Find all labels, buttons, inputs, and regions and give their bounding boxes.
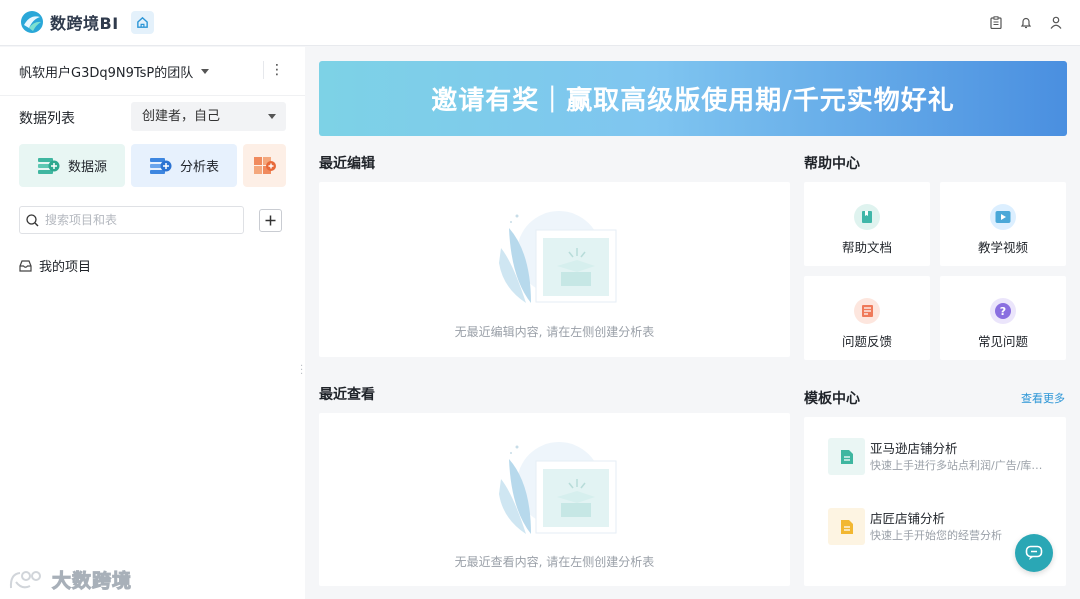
recent-view-title: 最近查看 <box>319 387 375 403</box>
datasource-add-icon <box>38 157 60 174</box>
view-more-link[interactable]: 查看更多 <box>1021 390 1065 406</box>
top-actions <box>990 14 1062 30</box>
sidebar: 帆软用户G3Dq9N9TsP的团队 ⋮ 数据列表 创建者，自己 数据源 分析表 <box>0 47 305 599</box>
recent-edit-title: 最近编辑 <box>319 156 375 172</box>
plus-square-icon <box>265 215 276 226</box>
question-icon: ? <box>990 298 1016 324</box>
add-analysis-button[interactable]: 分析表 <box>131 144 237 187</box>
team-name: 帆软用户G3Dq9N9TsP的团队 <box>19 66 194 81</box>
add-dashboard-button[interactable] <box>243 144 286 187</box>
my-projects-item[interactable]: 我的项目 <box>19 256 91 275</box>
banner-text: 邀请有奖｜赢取高级版使用期/千元实物好礼 <box>431 86 955 116</box>
template-center-title: 模板中心 <box>804 391 860 407</box>
resize-handle[interactable]: · · · <box>300 362 303 380</box>
home-icon <box>137 16 148 28</box>
template-file-icon <box>828 508 865 545</box>
faq-label: 常见问题 <box>977 334 1028 349</box>
divider <box>0 95 305 96</box>
watermark-text: 大数跨境 <box>51 570 133 593</box>
template-title: 亚马逊店铺分析 <box>870 441 958 456</box>
top-bar: 数跨境BI <box>0 0 1080 46</box>
tutorial-video-card[interactable]: 教学视频 <box>940 182 1066 266</box>
my-projects-label: 我的项目 <box>39 260 92 275</box>
team-selector[interactable]: 帆软用户G3Dq9N9TsP的团队 <box>19 62 210 81</box>
tutorial-video-label: 教学视频 <box>977 240 1028 255</box>
user-icon[interactable] <box>1050 14 1062 30</box>
inbox-icon <box>19 259 32 272</box>
help-doc-label: 帮助文档 <box>841 240 892 255</box>
template-item-amazon[interactable]: 亚马逊店铺分析 快速上手进行多站点利润/广告/库存分析 <box>828 438 1058 476</box>
document-icon <box>854 204 880 230</box>
clipboard-icon[interactable] <box>990 14 1002 30</box>
add-project-button[interactable] <box>259 209 282 232</box>
analysis-label: 分析表 <box>180 160 220 175</box>
recent-view-panel: 无最近查看内容, 请在左侧创建分析表 <box>319 413 790 586</box>
chevron-down-icon <box>268 114 276 119</box>
promo-banner[interactable]: 邀请有奖｜赢取高级版使用期/千元实物好礼 <box>319 61 1067 136</box>
recent-view-empty-text: 无最近查看内容, 请在左侧创建分析表 <box>454 555 655 569</box>
empty-state-illustration <box>499 442 617 534</box>
template-title: 店匠店铺分析 <box>870 511 946 526</box>
logo-icon <box>21 11 43 33</box>
help-center-title: 帮助中心 <box>804 156 860 172</box>
recent-edit-panel: 无最近编辑内容, 请在左侧创建分析表 <box>319 182 790 357</box>
search-input[interactable] <box>45 213 225 227</box>
app-logo[interactable]: 数跨境BI <box>20 10 119 34</box>
feedback-label: 问题反馈 <box>841 334 892 349</box>
help-doc-card[interactable]: 帮助文档 <box>804 182 930 266</box>
svg-text:?: ? <box>1000 305 1006 318</box>
dashboard-add-icon <box>253 156 276 174</box>
faq-card[interactable]: ? 常见问题 <box>940 276 1066 360</box>
bell-icon[interactable] <box>1020 14 1032 30</box>
video-icon <box>990 204 1016 230</box>
data-list-title: 数据列表 <box>19 111 75 127</box>
watermark: 大数跨境 <box>8 566 132 593</box>
more-vertical-icon[interactable]: ⋮ <box>263 61 284 79</box>
creator-filter-select[interactable]: 创建者，自己 <box>131 102 286 131</box>
empty-state-illustration <box>499 211 617 303</box>
datasource-label: 数据源 <box>68 160 108 175</box>
feedback-card[interactable]: 问题反馈 <box>804 276 930 360</box>
chevron-down-icon <box>201 69 210 74</box>
template-desc: 快速上手进行多站点利润/广告/库存分析 <box>870 459 1048 472</box>
chat-icon <box>1025 545 1043 560</box>
template-file-icon <box>828 438 865 475</box>
app-name: 数跨境BI <box>50 14 119 33</box>
recent-edit-empty-text: 无最近编辑内容, 请在左侧创建分析表 <box>454 325 655 339</box>
search-box[interactable] <box>19 206 244 234</box>
search-icon <box>26 213 39 226</box>
creator-filter-value: 创建者，自己 <box>142 109 221 124</box>
feedback-icon <box>854 298 880 324</box>
analysis-add-icon <box>150 157 172 174</box>
add-datasource-button[interactable]: 数据源 <box>19 144 125 187</box>
chat-support-button[interactable] <box>1015 534 1053 572</box>
watermark-logo-icon <box>9 570 41 588</box>
home-button[interactable] <box>131 11 154 34</box>
